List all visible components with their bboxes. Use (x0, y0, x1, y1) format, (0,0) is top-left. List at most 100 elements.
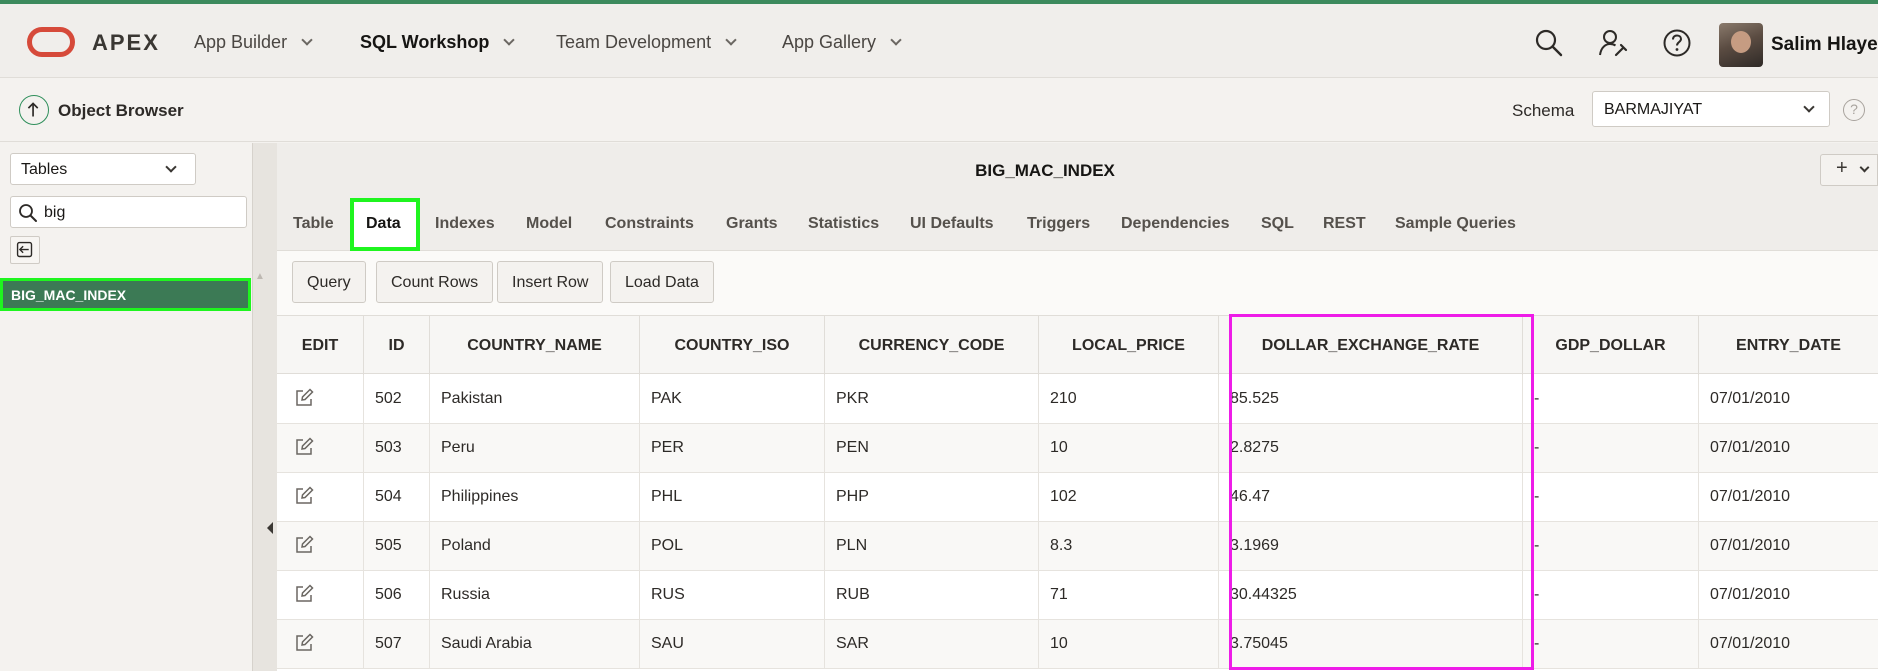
edit-cell (277, 571, 364, 620)
cell-entry-date: 07/01/2010 (1710, 488, 1791, 505)
nav-app-gallery[interactable]: App Gallery (782, 32, 902, 53)
cell-country-iso: RUS (640, 571, 825, 620)
chevron-down-icon (165, 161, 177, 173)
cell-entry-date: 07/01/2010 (1710, 390, 1791, 407)
filter-value: big (44, 204, 66, 221)
edit-icon[interactable] (294, 584, 314, 604)
cell-id: 507 (364, 620, 430, 669)
chevron-down-icon (301, 34, 313, 46)
chevron-down-icon (1859, 162, 1870, 173)
table-row: 505 Poland POL PLN 8.3 3.1969-07/01/2010 (277, 522, 1878, 571)
tab-statistics[interactable]: Statistics (808, 215, 879, 233)
grid-header: EDIT ID COUNTRY_NAME COUNTRY_ISO CURRENC… (277, 315, 1878, 375)
help-icon[interactable]: ? (1843, 99, 1865, 121)
brand-name[interactable]: APEX (92, 30, 160, 56)
help-icon[interactable] (1662, 28, 1692, 58)
edit-icon[interactable] (294, 486, 314, 506)
cell-currency-code: SAR (825, 620, 1039, 669)
cell-gdp-dollar: - (1523, 424, 1699, 473)
object-browser-header: Object Browser Schema BARMAJIYAT ? (0, 79, 1878, 142)
nav-label: SQL Workshop (360, 32, 490, 52)
table-row: 506 Russia RUS RUB 71 30.44325-07/01/2010 (277, 571, 1878, 620)
back-button[interactable] (10, 236, 40, 264)
object-details-header: BIG_MAC_INDEX (277, 143, 1878, 198)
column-header[interactable]: ENTRY_DATE (1699, 316, 1878, 375)
column-header[interactable]: CURRENCY_CODE (825, 316, 1039, 375)
cell-local-price: 71 (1039, 571, 1219, 620)
collapse-left-icon[interactable] (267, 522, 273, 534)
tab-grants[interactable]: Grants (726, 215, 778, 233)
cell-country-name: Pakistan (430, 375, 640, 424)
object-type-select[interactable]: Tables (10, 153, 196, 185)
arrow-up-icon[interactable] (19, 95, 49, 125)
table-row: 504 Philippines PHL PHP 102 46.47-07/01/2010 (277, 473, 1878, 522)
edit-cell (277, 473, 364, 522)
edit-icon[interactable] (294, 633, 314, 653)
tab-triggers[interactable]: Triggers (1027, 215, 1090, 233)
cell-country-name: Russia (430, 571, 640, 620)
cell-dollar-exchange-rate: 2.8275 (1219, 424, 1523, 473)
edit-cell (277, 620, 364, 669)
column-header[interactable]: DOLLAR_EXCHANGE_RATE (1219, 316, 1523, 375)
chevron-down-icon (503, 34, 516, 46)
edit-icon[interactable] (294, 535, 314, 555)
panel-splitter[interactable]: ▲ (252, 143, 277, 671)
cell-gdp-dollar: - (1523, 571, 1699, 620)
data-grid: EDIT ID COUNTRY_NAME COUNTRY_ISO CURRENC… (277, 315, 1878, 671)
cell-gdp-dollar: - (1523, 473, 1699, 522)
object-filter-input[interactable]: big (10, 196, 247, 228)
cell-currency-code: PLN (825, 522, 1039, 571)
avatar[interactable] (1719, 23, 1763, 67)
load-data-button[interactable]: Load Data (610, 261, 714, 303)
nav-sql-workshop[interactable]: SQL Workshop (360, 32, 516, 53)
cell-currency-code: RUB (825, 571, 1039, 620)
oracle-logo-icon[interactable] (27, 27, 75, 57)
user-name[interactable]: Salim Hlayel (1771, 34, 1878, 56)
chevron-down-icon (725, 34, 737, 46)
scroll-up-icon[interactable]: ▲ (255, 271, 265, 282)
column-header[interactable]: ID (364, 316, 430, 375)
tab-indexes[interactable]: Indexes (435, 215, 495, 233)
tree-item-big-mac-index[interactable]: BIG_MAC_INDEX (0, 278, 251, 311)
add-menu-button[interactable]: + (1820, 154, 1878, 186)
tab-table[interactable]: Table (293, 215, 334, 233)
search-icon[interactable] (1534, 28, 1564, 58)
column-header[interactable]: COUNTRY_NAME (430, 316, 640, 375)
tab-rest[interactable]: REST (1323, 215, 1366, 233)
column-header[interactable]: LOCAL_PRICE (1039, 316, 1219, 375)
count-rows-button[interactable]: Count Rows (376, 261, 494, 303)
column-header[interactable]: COUNTRY_ISO (640, 316, 825, 375)
insert-row-button[interactable]: Insert Row (497, 261, 604, 303)
edit-cell (277, 424, 364, 473)
column-header: EDIT (277, 316, 364, 375)
cell-country-iso: PHL (640, 473, 825, 522)
object-type-value: Tables (21, 161, 68, 178)
tab-dependencies[interactable]: Dependencies (1121, 215, 1229, 233)
cell-id: 505 (364, 522, 430, 571)
tab-data[interactable]: Data (366, 215, 401, 233)
cell-entry-date: 07/01/2010 (1710, 586, 1791, 603)
cell-country-name: Philippines (430, 473, 640, 522)
data-toolbar: Query Count Rows Insert Row Load Data (277, 251, 1878, 315)
cell-currency-code: PHP (825, 473, 1039, 522)
edit-icon[interactable] (294, 388, 314, 408)
nav-team-development[interactable]: Team Development (556, 32, 737, 53)
schema-select[interactable]: BARMAJIYAT (1592, 91, 1830, 127)
nav-app-builder[interactable]: App Builder (194, 32, 313, 53)
tab-ui-defaults[interactable]: UI Defaults (910, 215, 994, 233)
table-row: 502 Pakistan PAK PKR 210 85.525-07/01/2010 (277, 375, 1878, 424)
tab-sample-queries[interactable]: Sample Queries (1395, 215, 1516, 233)
object-title: BIG_MAC_INDEX (975, 161, 1115, 180)
tab-sql[interactable]: SQL (1261, 215, 1294, 233)
edit-icon[interactable] (294, 437, 314, 457)
query-button[interactable]: Query (292, 261, 366, 303)
cell-country-name: Peru (430, 424, 640, 473)
cell-id: 504 (364, 473, 430, 522)
column-header[interactable]: GDP_DOLLAR (1523, 316, 1699, 375)
cell-country-name: Saudi Arabia (430, 620, 640, 669)
table-row: 503 Peru PER PEN 10 2.8275-07/01/2010 (277, 424, 1878, 473)
tab-model[interactable]: Model (526, 215, 572, 233)
tab-constraints[interactable]: Constraints (605, 215, 694, 233)
cell-id: 502 (364, 375, 430, 424)
admin-user-icon[interactable] (1598, 28, 1628, 58)
